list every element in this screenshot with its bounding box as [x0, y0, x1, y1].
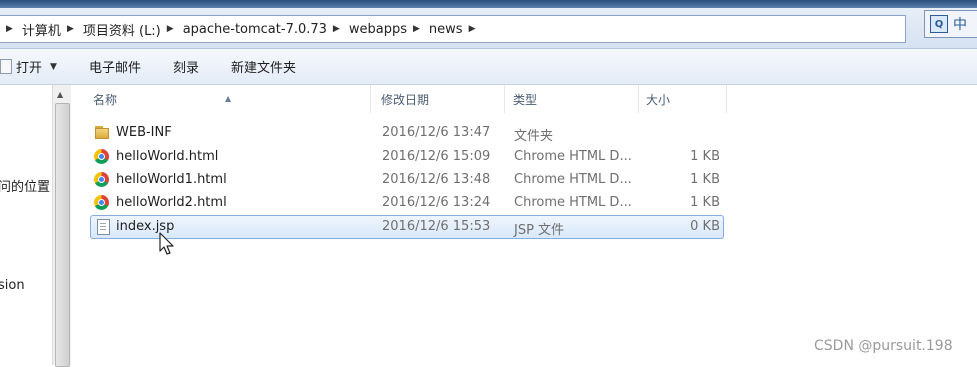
chrome-icon: [94, 172, 109, 187]
scrollbar-thumb[interactable]: [55, 103, 70, 367]
nav-item-recent-places[interactable]: 问的位置: [0, 176, 50, 195]
breadcrumb-separator-icon[interactable]: ▶: [469, 24, 476, 34]
column-modified-label: 修改日期: [381, 93, 430, 107]
window-title-strip: [0, 0, 977, 8]
chevron-down-icon[interactable]: ▼: [50, 62, 57, 72]
email-button-label: 电子邮件: [88, 61, 141, 76]
file-type: Chrome HTML D...: [514, 172, 632, 187]
burn-button-label: 刻录: [172, 61, 199, 76]
breadcrumb-tomcat[interactable]: apache-tomcat-7.0.73: [183, 22, 327, 37]
chrome-icon: [94, 195, 109, 210]
file-size: 1 KB: [690, 195, 720, 210]
folder-icon: [95, 126, 109, 139]
file-name: WEB-INF: [116, 125, 172, 140]
sort-ascending-icon: ▲: [225, 94, 232, 103]
new-folder-button-label: 新建文件夹: [230, 61, 296, 76]
file-name: helloWorld2.html: [116, 195, 227, 210]
breadcrumb-webapps[interactable]: webapps: [349, 22, 407, 37]
column-name-label: 名称: [93, 93, 118, 107]
breadcrumb-news[interactable]: news: [429, 22, 463, 37]
chrome-icon: [94, 149, 109, 164]
file-type: Chrome HTML D...: [514, 149, 632, 164]
open-button[interactable]: 打开 ▼: [0, 57, 57, 76]
file-row[interactable]: helloWorld.html 2016/12/6 15:09 Chrome H…: [90, 146, 722, 168]
breadcrumb-drive[interactable]: 项目资料 (L:): [83, 20, 161, 39]
file-modified: 2016/12/6 15:09: [382, 149, 491, 164]
open-file-icon: [0, 59, 12, 74]
ime-indicator[interactable]: Q 中: [924, 10, 977, 38]
address-bar[interactable]: ▶ 计算机 ▶ 项目资料 (L:) ▶ apache-tomcat-7.0.73…: [0, 15, 906, 43]
breadcrumb-separator-icon[interactable]: ▶: [6, 24, 13, 34]
column-size-label: 大小: [646, 93, 671, 107]
scroll-up-arrow-icon[interactable]: ▲: [57, 90, 63, 99]
column-type[interactable]: 类型: [505, 85, 639, 113]
file-size: 1 KB: [690, 149, 720, 164]
command-toolbar: 打开 ▼ 电子邮件 刻录 新建文件夹: [0, 49, 977, 85]
breadcrumb-separator-icon[interactable]: ▶: [67, 24, 74, 34]
file-type: Chrome HTML D...: [514, 195, 632, 210]
file-row[interactable]: helloWorld2.html 2016/12/6 13:24 Chrome …: [90, 192, 722, 214]
ime-logo-icon: Q: [930, 15, 948, 33]
file-name: helloWorld1.html: [116, 172, 227, 187]
email-button[interactable]: 电子邮件: [89, 57, 141, 76]
file-modified: 2016/12/6 13:24: [382, 195, 491, 210]
breadcrumb-separator-icon[interactable]: ▶: [413, 24, 420, 34]
breadcrumb-separator-icon[interactable]: ▶: [333, 24, 340, 34]
file-name: helloWorld.html: [116, 149, 219, 164]
document-icon: [97, 219, 110, 235]
file-modified: 2016/12/6 13:48: [382, 172, 491, 187]
burn-button[interactable]: 刻录: [173, 57, 199, 76]
column-size[interactable]: 大小: [639, 85, 727, 113]
column-modified[interactable]: 修改日期: [371, 85, 505, 113]
column-name[interactable]: 名称 ▲: [70, 85, 371, 113]
column-type-label: 类型: [513, 93, 538, 107]
file-type: 文件夹: [514, 129, 554, 144]
file-size: 0 KB: [690, 219, 720, 234]
new-folder-button[interactable]: 新建文件夹: [231, 57, 296, 76]
file-row[interactable]: helloWorld1.html 2016/12/6 13:48 Chrome …: [90, 169, 722, 191]
file-list-header: 名称 ▲ 修改日期 类型 大小: [70, 85, 977, 113]
file-modified: 2016/12/6 13:47: [382, 125, 491, 140]
file-type: JSP 文件: [514, 223, 565, 238]
address-bar-row: ▶ 计算机 ▶ 项目资料 (L:) ▶ apache-tomcat-7.0.73…: [0, 8, 977, 49]
mouse-cursor-icon: [159, 232, 174, 255]
breadcrumb-computer[interactable]: 计算机: [22, 20, 61, 39]
navigation-scrollbar[interactable]: ▲: [52, 85, 71, 367]
nav-item-partial[interactable]: sion: [0, 278, 25, 293]
navigation-pane: 问的位置 sion: [0, 85, 52, 365]
file-row[interactable]: WEB-INF 2016/12/6 13:47 文件夹: [90, 122, 722, 144]
file-row-selected[interactable]: index.jsp 2016/12/6 15:53 JSP 文件 0 KB: [90, 215, 724, 239]
watermark-text: CSDN @pursuit.198: [814, 338, 953, 354]
breadcrumb-separator-icon[interactable]: ▶: [167, 24, 174, 34]
ime-language-label: 中: [953, 17, 967, 33]
file-modified: 2016/12/6 15:53: [382, 219, 491, 234]
file-size: 1 KB: [690, 172, 720, 187]
open-button-label: 打开: [16, 61, 43, 76]
